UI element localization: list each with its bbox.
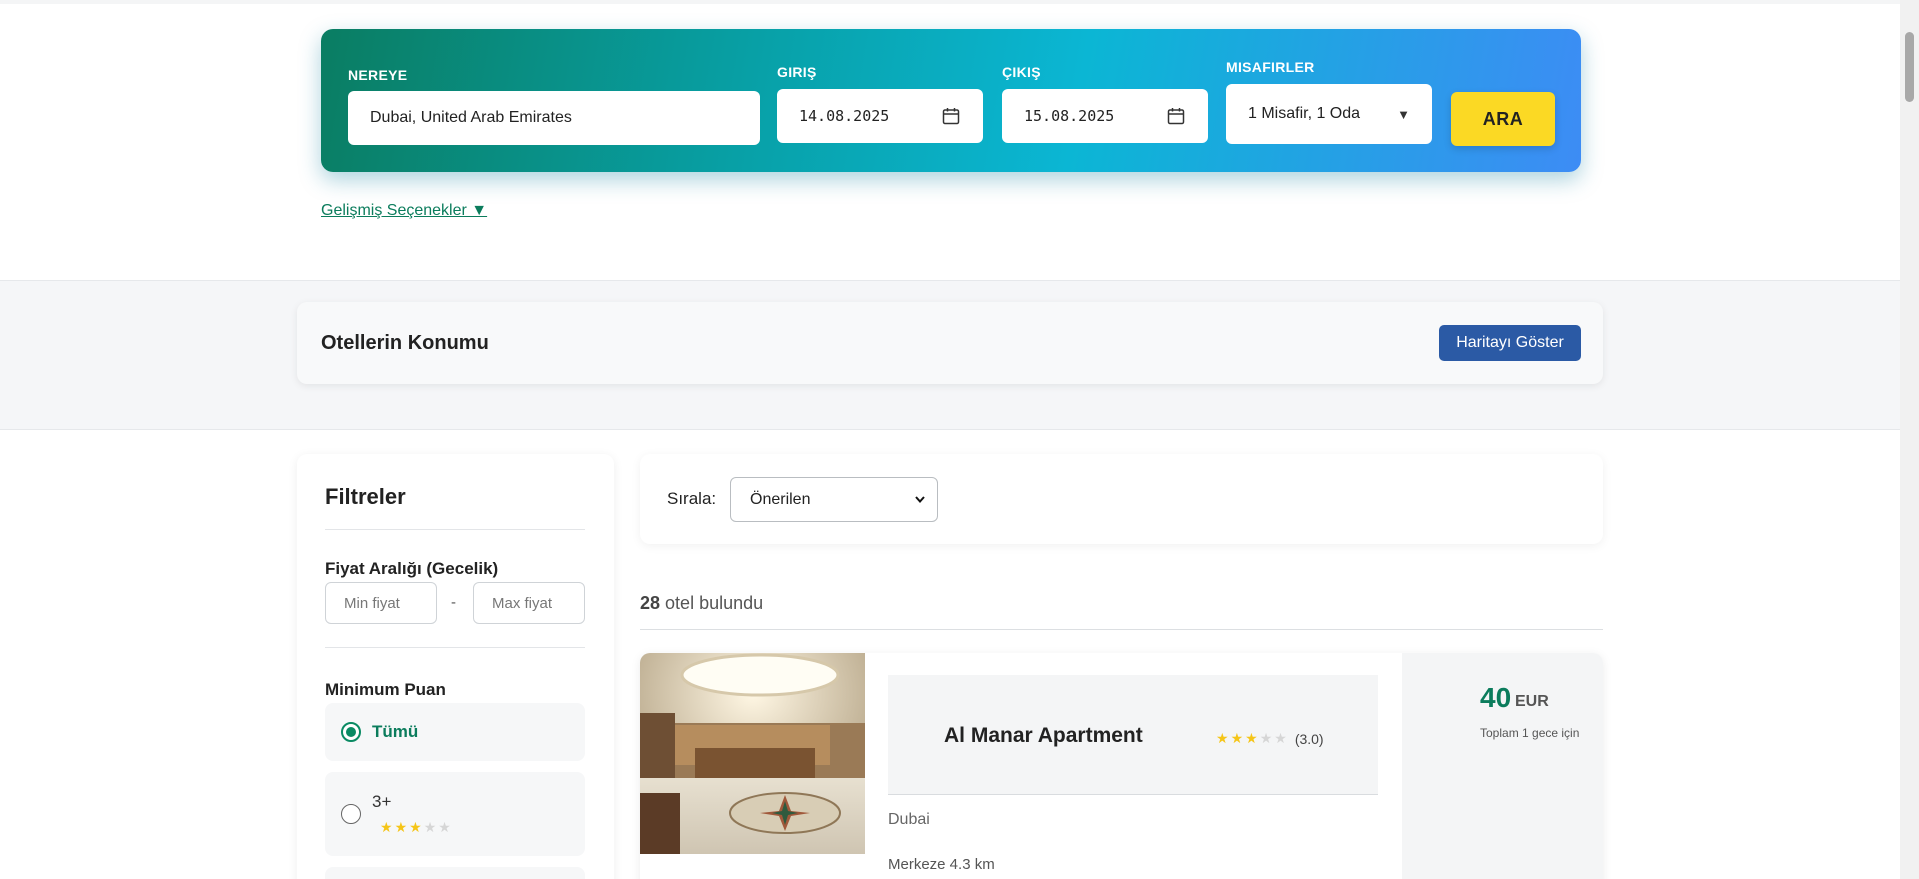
divider [325,647,585,648]
divider [640,629,1603,630]
guests-label: MISAFIRLER [1226,59,1315,75]
min-price-input[interactable]: Min fiyat [325,582,437,624]
sort-select[interactable]: Önerilen [730,477,938,522]
results-count-number: 28 [640,593,661,613]
rating-option-3plus[interactable]: 3+ ★★★★★ [325,772,585,856]
where-label: NEREYE [348,67,408,83]
hotel-photo[interactable] [640,653,865,854]
hotel-rating-value: (3.0) [1294,730,1324,747]
location-card: Otellerin Konumu Haritayı Göster [297,302,1603,384]
checkin-date-input[interactable]: 14.08.2025 [777,89,983,143]
scrollbar-thumb[interactable] [1905,32,1914,102]
checkout-date-input[interactable]: 15.08.2025 [1002,89,1208,143]
sort-label: Sırala: [667,489,717,508]
hotel-distance: Merkeze 4.3 km [888,856,995,873]
rating-option-all[interactable]: Tümü [325,703,585,761]
min-price-placeholder: Min fiyat [344,594,400,612]
hotel-price: 40 [1480,682,1512,713]
top-strip [0,0,1900,4]
hotel-city: Dubai [888,811,930,828]
checkin-label: GIRIŞ [777,64,817,80]
page-scrollbar[interactable] [1900,0,1919,879]
filters-title: Filtreler [325,484,406,509]
guests-select[interactable]: 1 Misafir, 1 Oda ▼ [1226,84,1432,144]
star-filled-icon: ★ [409,819,424,835]
star-empty-icon: ★ [438,819,453,835]
sort-bar: Sırala: Önerilen [640,454,1603,544]
min-rating-title: Minimum Puan [325,680,446,699]
star-filled-icon: ★ [1216,730,1231,746]
destination-value: Dubai, United Arab Emirates [370,109,572,126]
star-filled-icon: ★ [1245,730,1260,746]
hotel-header: Al Manar Apartment ★★★★★ (3.0) [888,675,1378,795]
checkout-value: 15.08.2025 [1024,107,1115,125]
calendar-icon[interactable] [1166,106,1186,126]
destination-input[interactable]: Dubai, United Arab Emirates [348,91,760,145]
radio-unselected[interactable] [341,804,361,824]
checkout-label: ÇIKIŞ [1002,64,1041,80]
hotel-currency: EUR [1515,693,1549,710]
guests-value: 1 Misafir, 1 Oda [1248,105,1361,122]
rating-option-next[interactable] [325,867,585,879]
dropdown-arrow-icon: ▼ [1397,106,1410,122]
sort-selected-value: Önerilen [750,490,811,508]
calendar-icon[interactable] [941,106,961,126]
hotel-card[interactable]: Al Manar Apartment ★★★★★ (3.0) Dubai Mer… [640,653,1603,879]
rating-option-label: 3+ [372,792,392,811]
star-rating: ★★★★★ [380,819,453,836]
results-count-text: otel bulundu [665,593,764,613]
radio-selected[interactable] [341,722,361,742]
checkin-value: 14.08.2025 [799,107,890,125]
price-note: Toplam 1 gece için [1480,726,1580,740]
show-map-button[interactable]: Haritayı Göster [1439,325,1581,361]
max-price-input[interactable]: Max fiyat [473,582,585,624]
results-count: 28 otel bulundu [640,593,763,614]
price-panel: 40 EUR Toplam 1 gece için [1402,653,1603,879]
star-empty-icon: ★ [1274,730,1289,746]
hotel-rating: ★★★★★ (3.0) [1216,730,1324,747]
star-empty-icon: ★ [1259,730,1275,746]
star-filled-icon: ★ [394,819,410,835]
search-panel: NEREYE Dubai, United Arab Emirates GIRIŞ… [321,29,1581,172]
search-button[interactable]: ARA [1451,92,1555,146]
divider [325,529,585,530]
filters-panel: Filtreler Fiyat Aralığı (Gecelik) Min fi… [297,454,614,879]
hotel-name[interactable]: Al Manar Apartment [944,724,1143,748]
rating-option-label: Tümü [372,722,419,741]
chevron-down-icon [915,496,925,503]
star-rating: ★★★★★ [1216,730,1289,747]
star-empty-icon: ★ [423,819,439,835]
star-filled-icon: ★ [1230,730,1246,746]
price-range-title: Fiyat Aralığı (Gecelik) [325,559,499,578]
hotel-lobby-image [640,653,865,854]
max-price-placeholder: Max fiyat [492,594,553,612]
price-separator: - [451,594,456,611]
star-filled-icon: ★ [380,819,395,835]
advanced-options-link[interactable]: Gelişmiş Seçenekler ▼ [321,202,487,220]
location-title: Otellerin Konumu [321,332,489,354]
